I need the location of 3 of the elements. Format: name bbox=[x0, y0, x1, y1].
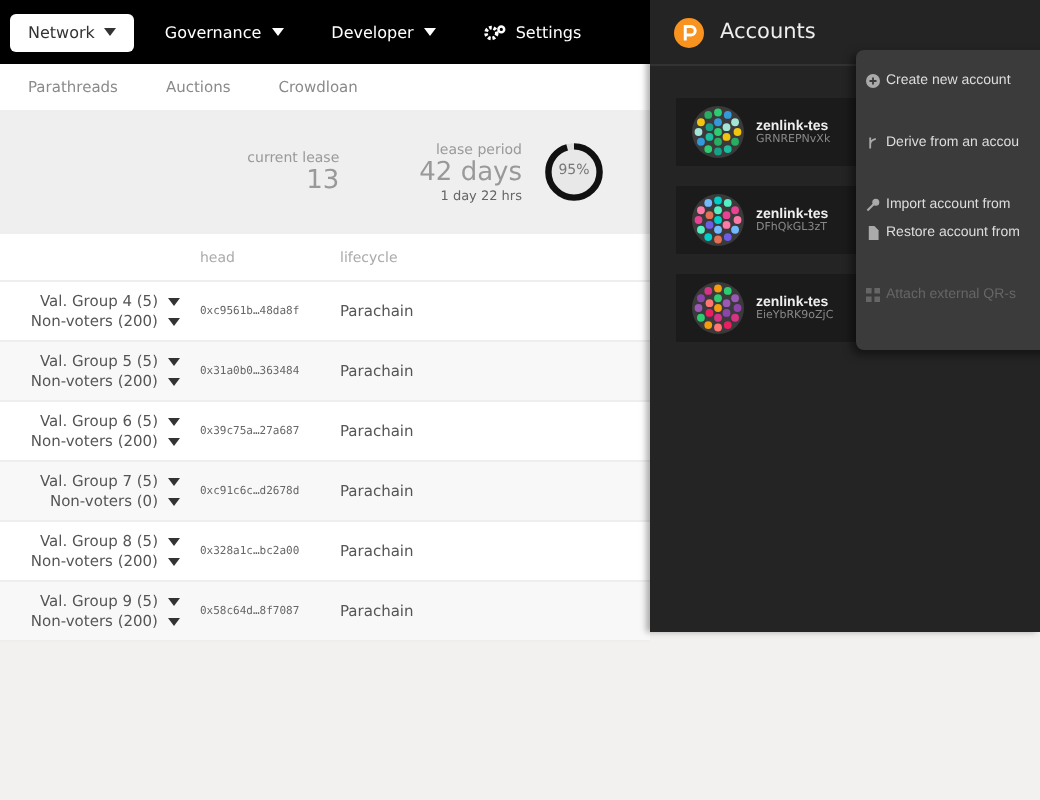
panel-title: Accounts bbox=[720, 20, 816, 44]
stat-value: 13 bbox=[306, 165, 340, 195]
stat-value: 42 days bbox=[419, 157, 522, 187]
